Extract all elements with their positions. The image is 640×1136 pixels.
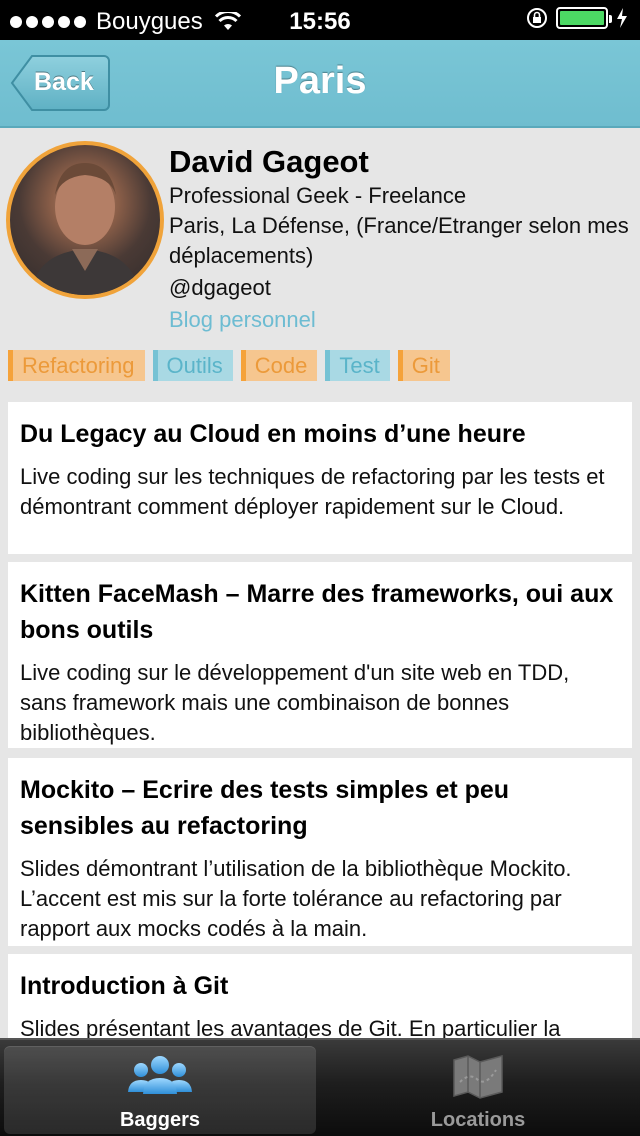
talk-card[interactable]: Kitten FaceMash – Marre des frameworks, … bbox=[8, 562, 632, 748]
tab-label: Baggers bbox=[119, 1109, 201, 1131]
talk-title: Introduction à Git bbox=[20, 972, 229, 1000]
tab-label: Locations bbox=[430, 1109, 526, 1131]
profile-location: Paris, La Défense, (France/Etranger selo… bbox=[169, 213, 629, 268]
tag-outils[interactable]: Outils bbox=[152, 350, 233, 381]
tag-code[interactable]: Code bbox=[240, 350, 318, 381]
map-icon bbox=[453, 1055, 503, 1099]
talk-title: Du Legacy au Cloud en moins d’une heure bbox=[20, 420, 526, 448]
talk-title: Mockito – Ecrire des tests simples et pe… bbox=[20, 776, 510, 840]
talk-card[interactable]: Introduction à Git Slides présentant les… bbox=[8, 954, 632, 1044]
talk-card[interactable]: Mockito – Ecrire des tests simples et pe… bbox=[8, 758, 632, 946]
tab-bar: Baggers Locations bbox=[0, 1038, 640, 1136]
tab-locations[interactable]: Locations bbox=[322, 1046, 634, 1134]
talk-card[interactable]: Du Legacy au Cloud en moins d’une heure … bbox=[8, 402, 632, 554]
profile-name: David Gageot bbox=[169, 144, 369, 179]
talk-description: Live coding sur les techniques de refact… bbox=[20, 464, 605, 519]
tab-baggers[interactable]: Baggers bbox=[4, 1046, 316, 1134]
talk-description: Live coding sur le développement d'un si… bbox=[20, 660, 570, 745]
status-bar: Bouygues 15:56 bbox=[0, 0, 640, 40]
page-title: Paris bbox=[273, 60, 367, 102]
navigation-bar: Back Paris bbox=[0, 40, 640, 128]
profile-title: Professional Geek - Freelance bbox=[169, 183, 467, 208]
tag-git[interactable]: Git bbox=[397, 350, 450, 381]
profile-handle[interactable]: @dgageot bbox=[169, 273, 271, 303]
avatar-photo bbox=[30, 163, 140, 295]
people-icon bbox=[128, 1056, 192, 1094]
charging-icon bbox=[617, 8, 627, 28]
tag-list: Refactoring Outils Code Test Git bbox=[8, 350, 450, 381]
talk-title: Kitten FaceMash – Marre des frameworks, … bbox=[20, 580, 614, 644]
tag-test[interactable]: Test bbox=[325, 350, 390, 381]
blog-link[interactable]: Blog personnel bbox=[169, 305, 316, 335]
orientation-lock-icon bbox=[527, 8, 547, 28]
talk-description: Slides démontrant l’utilisation de la bi… bbox=[20, 856, 572, 941]
tag-refactoring[interactable]: Refactoring bbox=[8, 350, 145, 381]
avatar bbox=[6, 141, 164, 299]
battery-icon bbox=[556, 7, 612, 29]
